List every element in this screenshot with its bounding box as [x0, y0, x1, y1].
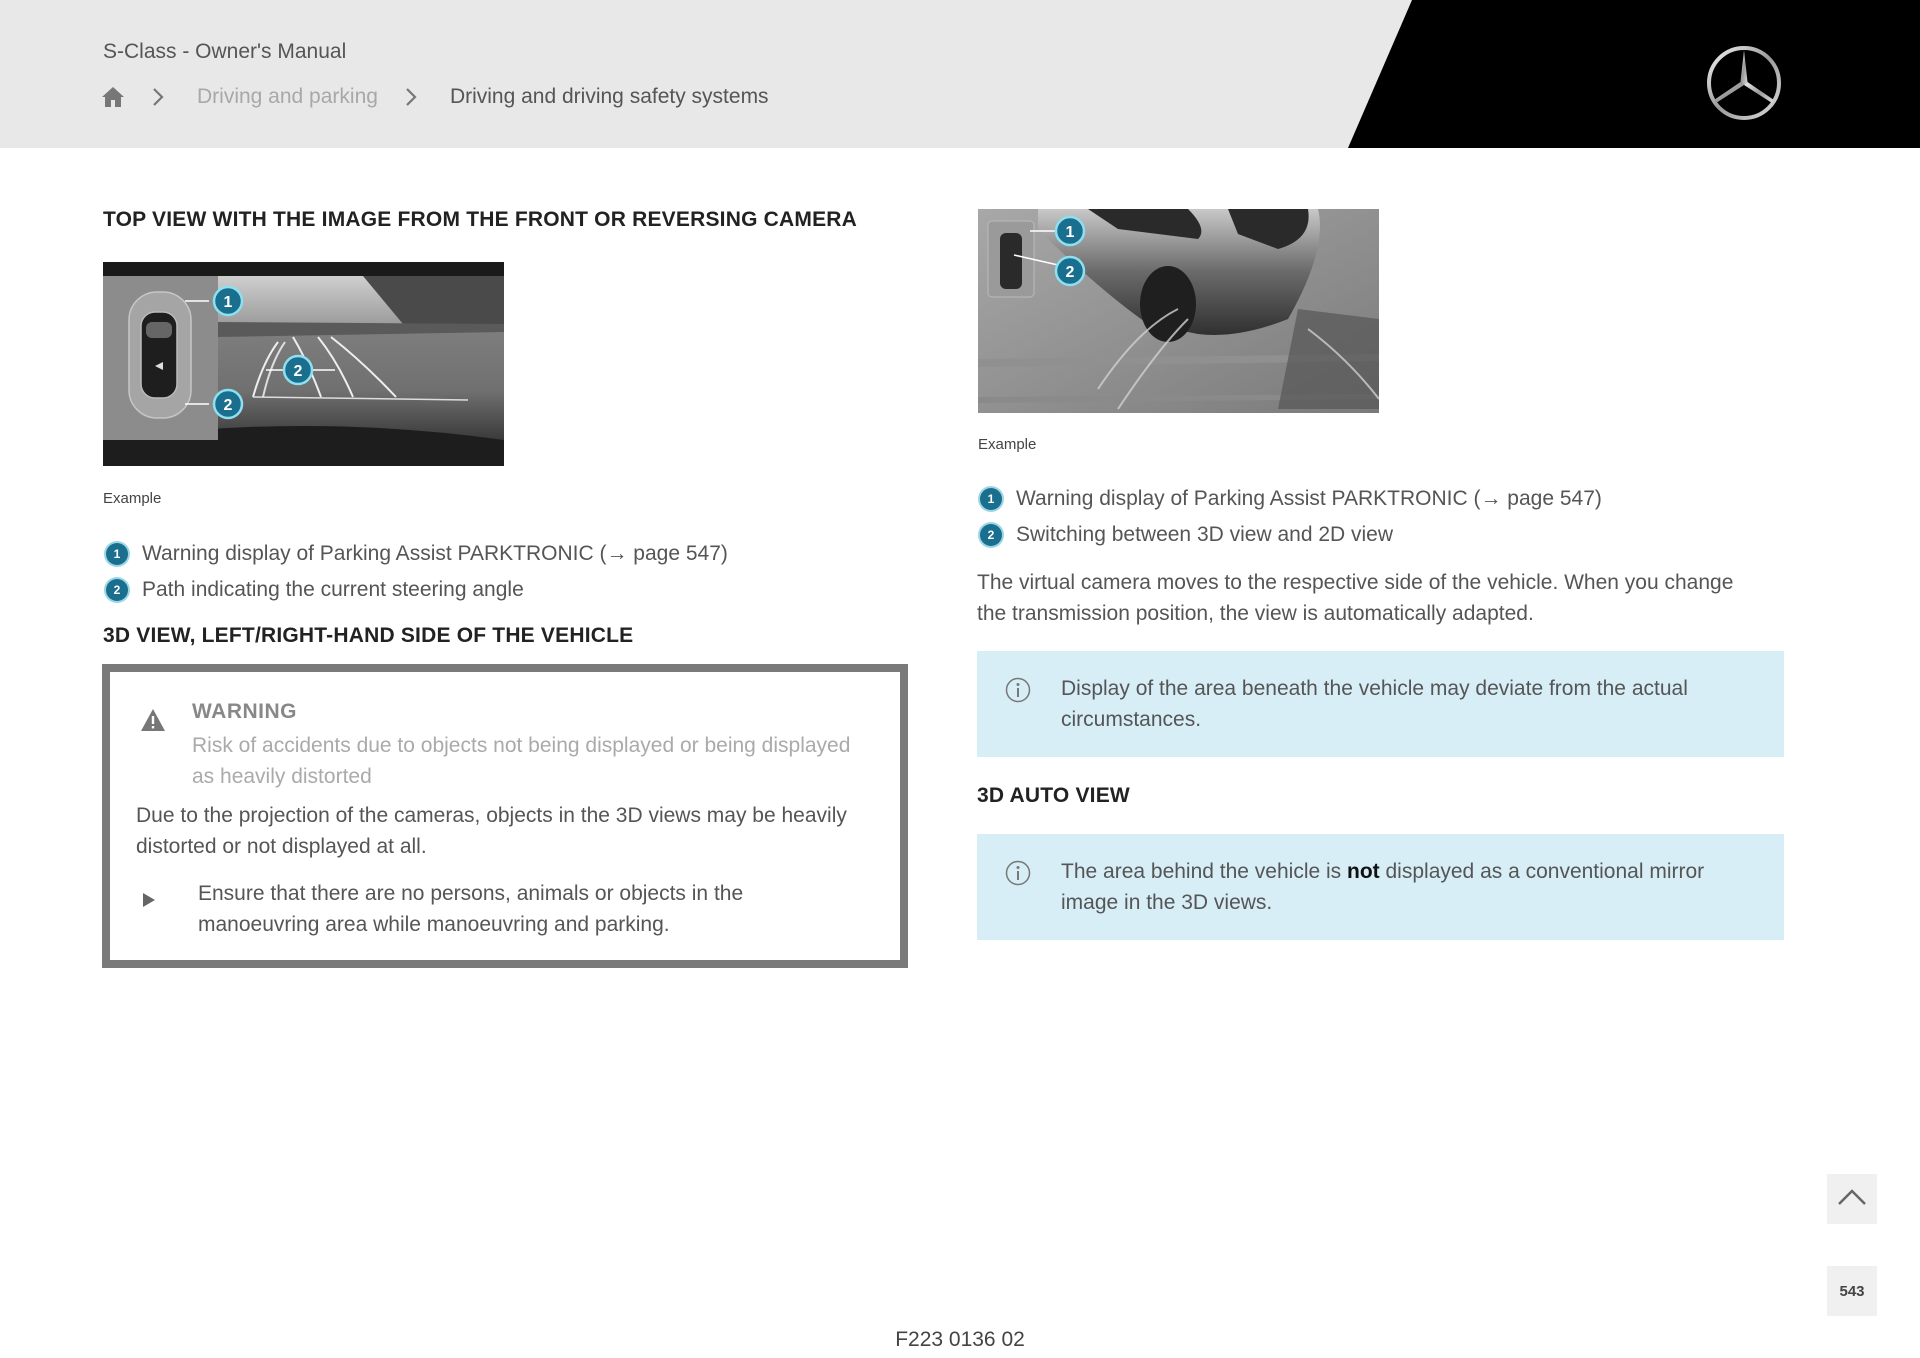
legend-item: 2 Switching between 3D view and 2D view	[980, 523, 1393, 547]
3d-view-camera-image: 1 2	[978, 209, 1379, 413]
page-number-button[interactable]: 543	[1827, 1266, 1877, 1316]
callout-2-path: 2	[282, 354, 314, 386]
chevron-right-icon	[151, 87, 165, 107]
section-title-3d-auto-view: 3D AUTO VIEW	[977, 784, 1130, 807]
scroll-to-top-button[interactable]	[1827, 1174, 1877, 1224]
legend-item: 1 Warning display of Parking Assist PARK…	[980, 487, 1602, 511]
legend-item: 1 Warning display of Parking Assist PARK…	[106, 542, 728, 566]
info-icon	[1005, 860, 1031, 886]
warning-title: WARNING	[192, 700, 297, 723]
play-arrow-icon	[142, 892, 156, 908]
warning-body: Due to the projection of the cameras, ob…	[136, 804, 847, 858]
number-1-icon: 1	[106, 543, 128, 565]
number-2-icon: 2	[106, 579, 128, 601]
info-icon	[1005, 677, 1031, 703]
svg-text:2: 2	[224, 397, 233, 414]
callout-1: 1	[1054, 215, 1086, 247]
section-title-3d-view: 3D VIEW, LEFT/RIGHT-HAND SIDE OF THE VEH…	[103, 624, 634, 647]
chevron-right-icon	[404, 87, 418, 107]
virtual-camera-paragraph: The virtual camera moves to the respecti…	[977, 571, 1734, 625]
legend-text[interactable]: Warning display of Parking Assist PARKTR…	[1016, 487, 1602, 511]
figure-caption: Example	[103, 490, 162, 507]
section-title-top-view: TOP VIEW WITH THE IMAGE FROM THE FRONT O…	[103, 208, 858, 231]
breadcrumb-driving-and-parking[interactable]: Driving and parking	[197, 85, 378, 109]
home-icon[interactable]	[101, 86, 125, 108]
chevron-up-icon	[1837, 1188, 1867, 1211]
legend-text: Switching between 3D view and 2D view	[1016, 523, 1394, 546]
breadcrumb-current: Driving and driving safety systems	[449, 85, 769, 108]
figure-caption: Example	[978, 436, 1037, 453]
legend-text[interactable]: Warning display of Parking Assist PARKTR…	[142, 542, 728, 566]
warning-subtitle: Risk of accidents due to objects not bei…	[192, 734, 851, 788]
svg-text:1: 1	[224, 294, 233, 311]
svg-text:1: 1	[1066, 224, 1075, 241]
svg-text:2: 2	[294, 363, 303, 380]
callout-1: 1	[212, 285, 244, 317]
number-1-icon: 1	[980, 488, 1002, 510]
breadcrumb: Driving and parking Driving and driving …	[101, 82, 769, 112]
svg-text:2: 2	[1066, 264, 1075, 281]
header-black-panel	[1348, 0, 1920, 148]
warning-triangle-icon	[140, 708, 166, 732]
callout-2: 2	[1054, 255, 1086, 287]
callout-2-top: 2	[212, 388, 244, 420]
header-bar: S-Class - Owner's Manual Driving and par…	[0, 0, 1920, 148]
figure-code: F223 0136 02	[895, 1328, 1025, 1351]
info-box-beneath-vehicle: Display of the area beneath the vehicle …	[977, 651, 1784, 757]
top-view-camera-image: 1 2 2	[103, 262, 504, 466]
mercedes-star-logo[interactable]	[1705, 44, 1783, 122]
number-2-icon: 2	[980, 524, 1002, 546]
emphasis-not: not	[1347, 860, 1380, 883]
info-text: The area behind the vehicle is not displ…	[1061, 860, 1705, 914]
legend-text: Path indicating the current steering ang…	[142, 578, 524, 601]
legend-item: 2 Path indicating the current steering a…	[106, 578, 524, 602]
info-text: Display of the area beneath the vehicle …	[1061, 677, 1688, 731]
page-number: 543	[1839, 1282, 1865, 1300]
warning-step: Ensure that there are no persons, animal…	[198, 882, 744, 936]
manual-title: S-Class - Owner's Manual	[103, 40, 347, 63]
warning-box: WARNING Risk of accidents due to objects…	[102, 664, 908, 968]
info-box-mirror-image: The area behind the vehicle is not displ…	[977, 834, 1784, 940]
